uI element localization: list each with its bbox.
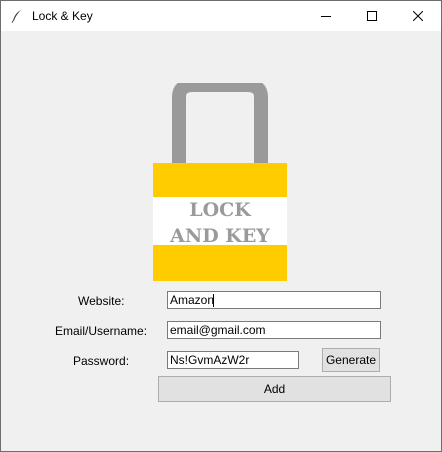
logo-text-line2: AND KEY bbox=[169, 225, 270, 247]
title-bar[interactable]: Lock & Key bbox=[1, 1, 441, 31]
close-icon bbox=[413, 11, 423, 21]
minimize-button[interactable] bbox=[303, 1, 349, 31]
maximize-icon bbox=[367, 11, 377, 21]
email-input[interactable] bbox=[167, 321, 381, 339]
logo-text-line1: LOCK bbox=[189, 199, 252, 221]
maximize-button[interactable] bbox=[349, 1, 395, 31]
add-button[interactable]: Add bbox=[158, 376, 391, 402]
close-button[interactable] bbox=[395, 1, 441, 31]
feather-icon bbox=[10, 9, 24, 23]
password-input[interactable] bbox=[167, 351, 299, 369]
minimize-icon bbox=[321, 16, 331, 17]
lock-and-key-logo: LOCK AND KEY bbox=[153, 83, 287, 281]
generate-password-button[interactable]: Generate bbox=[322, 348, 380, 372]
website-input[interactable] bbox=[167, 291, 381, 309]
app-window: Lock & Key LOCK AND KEY Website: Email/U… bbox=[0, 0, 442, 452]
text-cursor bbox=[213, 294, 214, 307]
email-label: Email/Username: bbox=[55, 324, 148, 338]
website-label: Website: bbox=[78, 294, 125, 308]
padlock-shackle bbox=[172, 83, 268, 163]
password-label: Password: bbox=[73, 354, 130, 368]
window-title: Lock & Key bbox=[32, 9, 93, 23]
